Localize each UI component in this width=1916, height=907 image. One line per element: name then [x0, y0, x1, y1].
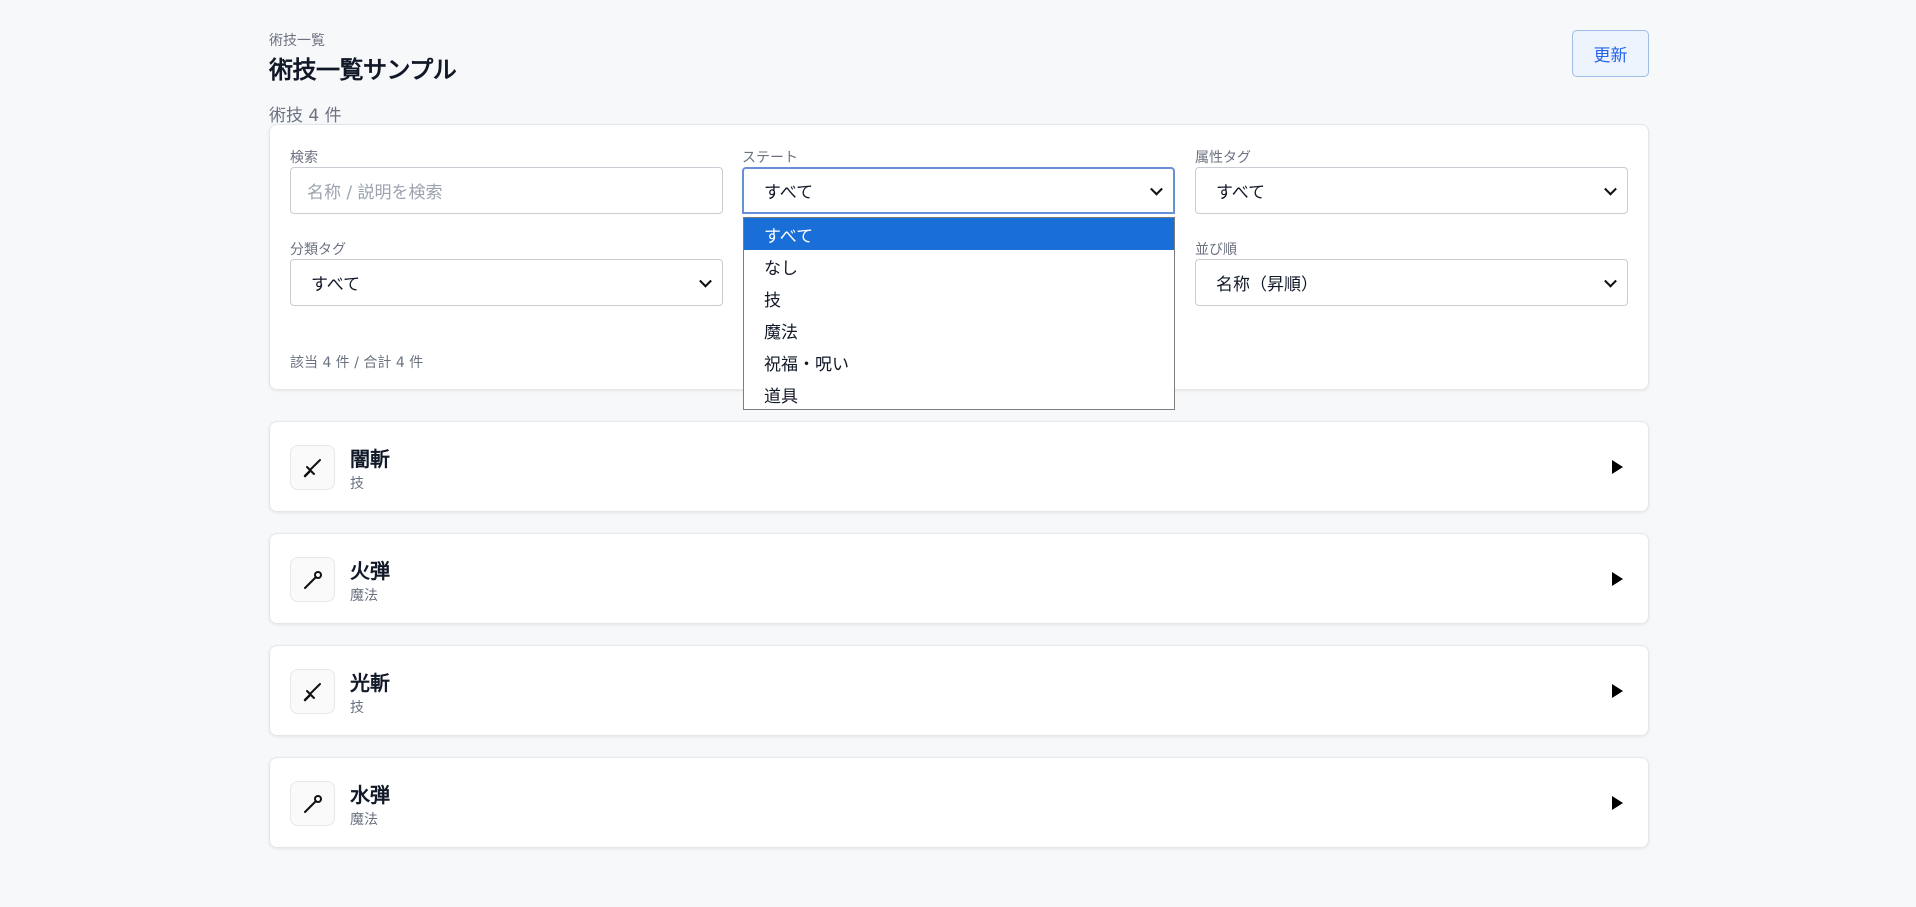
matched-count-text: 該当 4 件 / 合計 4 件: [290, 355, 424, 371]
skill-name: 闇斬: [350, 447, 390, 471]
skill-item-card[interactable]: 火弾 魔法: [269, 533, 1649, 624]
dropdown-option[interactable]: 道具: [744, 378, 1174, 410]
category-tag-select[interactable]: すべて: [290, 259, 723, 306]
skill-count-caption: 術技 4 件: [269, 106, 342, 126]
dropdown-option[interactable]: 技: [744, 282, 1174, 314]
chevron-down-icon: [699, 274, 712, 288]
skill-type: 技: [350, 476, 364, 492]
search-field: 検索 名称 / 説明を検索: [290, 147, 723, 214]
dropdown-option[interactable]: 魔法: [744, 314, 1174, 346]
skill-type: 魔法: [350, 588, 378, 604]
expand-triangle-icon[interactable]: [1612, 460, 1623, 474]
attribute-tag-select[interactable]: すべて: [1195, 167, 1628, 214]
state-dropdown-list: すべて なし 技 魔法 祝福・呪い 道具: [743, 217, 1175, 410]
expand-triangle-icon[interactable]: [1612, 572, 1623, 586]
dropdown-option[interactable]: なし: [744, 250, 1174, 282]
category-tag-field: 分類タグ すべて: [290, 239, 723, 306]
dropdown-option[interactable]: すべて: [744, 218, 1174, 250]
sword-icon: [290, 445, 335, 490]
attribute-tag-field: 属性タグ すべて: [1195, 147, 1628, 214]
chevron-down-icon: [1604, 274, 1617, 288]
expand-triangle-icon[interactable]: [1612, 684, 1623, 698]
skill-item-card[interactable]: 闇斬 技: [269, 421, 1649, 512]
skill-item-card[interactable]: 水弾 魔法: [269, 757, 1649, 848]
chevron-down-icon: [1150, 182, 1163, 196]
state-label: ステート: [742, 150, 798, 166]
state-select-value: すべて: [764, 183, 814, 203]
skill-type: 技: [350, 700, 364, 716]
sort-select[interactable]: 名称（昇順）: [1195, 259, 1628, 306]
skill-item-card[interactable]: 光斬 技: [269, 645, 1649, 736]
state-select[interactable]: すべて: [742, 167, 1175, 214]
state-field: ステート すべて: [742, 147, 1175, 214]
chevron-down-icon: [1604, 182, 1617, 196]
sort-select-value: 名称（昇順）: [1216, 275, 1318, 295]
category-tag-label: 分類タグ: [290, 242, 346, 258]
skill-name: 水弾: [350, 783, 390, 807]
skill-name: 光斬: [350, 671, 390, 695]
attribute-tag-label: 属性タグ: [1195, 150, 1251, 166]
attribute-tag-select-value: すべて: [1216, 183, 1266, 203]
refresh-button[interactable]: 更新: [1572, 30, 1649, 77]
page-title: 術技一覧サンプル: [269, 56, 457, 84]
search-label: 検索: [290, 150, 318, 166]
breadcrumb: 術技一覧: [269, 33, 325, 49]
skill-type: 魔法: [350, 812, 378, 828]
dropdown-option[interactable]: 祝福・呪い: [744, 346, 1174, 378]
sort-field: 並び順 名称（昇順）: [1195, 239, 1628, 306]
skill-name: 火弾: [350, 559, 390, 583]
expand-triangle-icon[interactable]: [1612, 796, 1623, 810]
sort-label: 並び順: [1195, 242, 1237, 258]
sword-icon: [290, 669, 335, 714]
search-input[interactable]: 名称 / 説明を検索: [290, 167, 723, 214]
skill-list-page: 術技一覧 術技一覧サンプル 更新 術技 4 件 検索 名称 / 説明を検索 ステ…: [269, 0, 1649, 907]
wand-icon: [290, 557, 335, 602]
wand-icon: [290, 781, 335, 826]
category-tag-select-value: すべて: [311, 275, 361, 295]
